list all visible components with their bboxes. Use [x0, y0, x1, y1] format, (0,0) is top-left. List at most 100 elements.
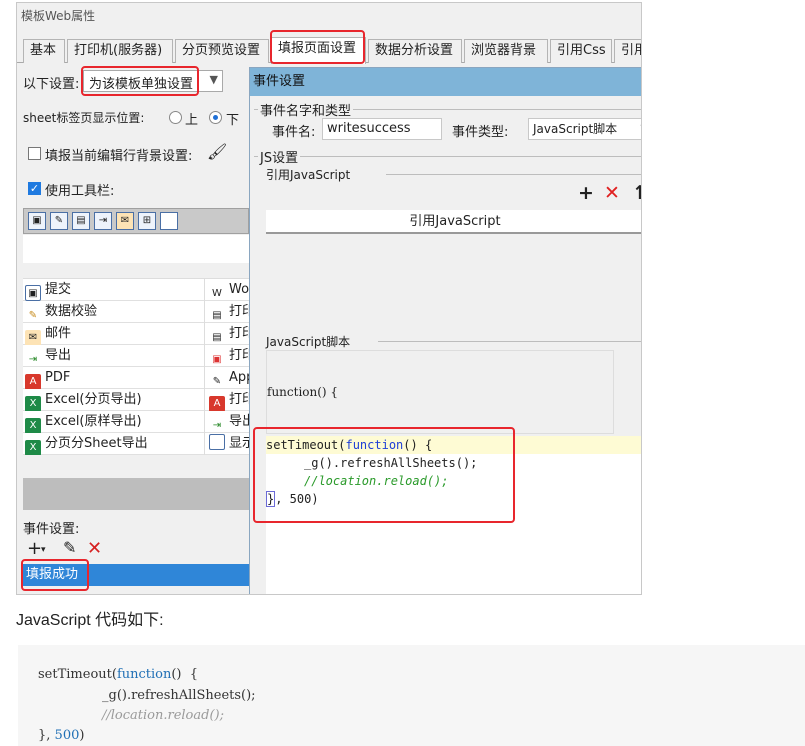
function-header: function() {: [267, 385, 339, 399]
code-block-line-4: }, 500): [38, 728, 84, 743]
code-token: },: [38, 728, 51, 743]
save-icon: ▣: [25, 285, 41, 301]
left-settings-pane: 以下设置: 为该模板单独设置 ▼ sheet标签页显示位置: 上 下 填报当前编…: [17, 64, 249, 594]
code-token: () {: [171, 667, 199, 682]
tab-reference[interactable]: 引用: [614, 39, 641, 63]
applet-icon: ✎: [212, 376, 222, 387]
radio-top[interactable]: [169, 111, 182, 124]
button-label: 打印: [229, 304, 249, 319]
edit-icon[interactable]: ✎: [63, 538, 76, 557]
script-header-area: function() {: [266, 350, 614, 434]
tab-browser-background[interactable]: 浏览器背景: [464, 39, 548, 63]
delete-icon[interactable]: ✕: [604, 182, 620, 204]
list-item[interactable]: ▣ 提交 W Wo: [23, 279, 249, 301]
button-label: Excel(分页导出): [45, 392, 142, 407]
ref-js-label: 引用JavaScript: [266, 168, 351, 182]
export-icon[interactable]: ⇥: [94, 212, 112, 230]
settings-label: 以下设置:: [23, 77, 80, 92]
event-type-label: 事件类型:: [452, 125, 509, 140]
print-icon[interactable]: ▤: [72, 212, 90, 230]
code-number: 500: [54, 728, 80, 743]
ref-js-column-header: 引用JavaScript: [266, 210, 641, 234]
list-item[interactable]: A PDF ✎ App: [23, 367, 249, 389]
tab-data-analysis[interactable]: 数据分析设置: [368, 39, 462, 63]
code-keyword: function: [116, 667, 172, 682]
event-settings-label: 事件设置:: [23, 522, 80, 537]
excel-icon: X: [25, 396, 41, 411]
list-item[interactable]: ⇥ 导出 ▣ 打印: [23, 345, 249, 367]
row-bg-label: 填报当前编辑行背景设置:: [45, 149, 193, 164]
tab-page-preview[interactable]: 分页预览设置: [175, 39, 269, 63]
tab-printer-server[interactable]: 打印机(服务器): [67, 39, 173, 63]
list-item[interactable]: X Excel(分页导出) A 打印: [23, 389, 249, 411]
highlight-code: [253, 427, 515, 523]
code-block-line-2: _g().refreshAllSheets();: [102, 688, 256, 703]
paint-bucket-icon[interactable]: 🖌: [207, 142, 227, 161]
code-block: setTimeout(function() { _g().refreshAllS…: [18, 645, 805, 746]
name-type-group-caption: 事件名字和类型: [258, 100, 354, 119]
use-toolbar-checkbox[interactable]: ✓: [28, 182, 41, 195]
group-divider: [254, 156, 641, 157]
template-web-properties-dialog: 模板Web属性 基本 打印机(服务器) 分页预览设置 填报页面设置 数据分析设置…: [16, 2, 642, 595]
use-toolbar-label: 使用工具栏:: [45, 184, 115, 199]
print-pdf-icon: A: [209, 396, 225, 411]
delete-icon[interactable]: ✕: [87, 538, 102, 559]
list-item[interactable]: X Excel(原样导出) ⇥ 导出: [23, 411, 249, 433]
blank-icon[interactable]: [160, 212, 178, 230]
sheet-position-label: sheet标签页显示位置:: [23, 111, 145, 125]
button-label: 数据校验: [45, 304, 98, 319]
group-divider: [378, 341, 641, 342]
list-item[interactable]: ✎ 数据校验 ▤ 打印: [23, 301, 249, 323]
validate-icon[interactable]: ✎: [50, 212, 68, 230]
print-icon: ▤: [212, 332, 222, 343]
display-icon: [209, 434, 225, 450]
radio-bottom-label: 下: [226, 113, 240, 128]
sheet-export-icon: X: [25, 440, 41, 455]
list-item[interactable]: ✉ 邮件 ▤ 打印: [23, 323, 249, 345]
print-pdf-icon: ▣: [212, 354, 222, 365]
highlight-event-item: [21, 559, 89, 591]
mail-icon[interactable]: ✉: [116, 212, 134, 230]
event-name-field[interactable]: writesuccess: [322, 118, 442, 140]
button-label: 导出: [45, 348, 72, 363]
button-label: Excel(原样导出): [45, 414, 142, 429]
button-label: 邮件: [45, 326, 72, 341]
arrow-up-icon[interactable]: ↑: [632, 182, 641, 204]
highlight-active-tab: [270, 30, 365, 64]
button-label: 打印: [229, 392, 249, 407]
excel-icon: X: [25, 418, 41, 433]
tab-reference-css[interactable]: 引用Css: [550, 39, 612, 63]
button-label: 显示: [229, 436, 249, 451]
sheet-icon[interactable]: ⊞: [138, 212, 156, 230]
button-label: 分页分Sheet导出: [45, 436, 148, 451]
code-token: setTimeout(: [38, 667, 117, 682]
add-icon[interactable]: +: [27, 538, 42, 559]
event-type-value: JavaScript脚本: [533, 122, 618, 136]
event-dialog-title: 事件设置: [250, 68, 641, 96]
button-label: 导出: [229, 414, 249, 429]
print-icon: ▤: [212, 310, 222, 321]
chevron-down-icon: ▼: [641, 119, 642, 139]
export-icon: ⇥: [212, 420, 222, 431]
event-type-select[interactable]: JavaScript脚本 ▼: [528, 118, 642, 140]
tab-basic[interactable]: 基本: [23, 39, 65, 63]
export-icon: ⇥: [28, 354, 38, 365]
add-icon[interactable]: +: [578, 182, 594, 204]
js-settings-group-caption: JS设置: [258, 147, 301, 166]
code-block-line-3: //location.reload();: [102, 708, 224, 723]
code-block-line-1: setTimeout(function() {: [38, 667, 198, 682]
validate-icon: ✎: [28, 310, 38, 321]
script-label: JavaScript脚本: [266, 335, 351, 349]
button-label: Wo: [229, 282, 249, 297]
toolbar-preview: ▣ ✎ ▤ ⇥ ✉ ⊞: [23, 208, 249, 234]
save-icon[interactable]: ▣: [28, 212, 46, 230]
doc-heading: JavaScript 代码如下:: [16, 612, 164, 629]
row-bg-checkbox[interactable]: [28, 147, 41, 160]
code-token: ): [79, 728, 85, 743]
chevron-down-icon[interactable]: ▾: [41, 545, 46, 555]
event-name-label: 事件名:: [272, 125, 316, 140]
radio-bottom[interactable]: [209, 111, 222, 124]
list-item[interactable]: X 分页分Sheet导出 显示: [23, 433, 249, 455]
button-label: 打印: [229, 348, 249, 363]
radio-top-label: 上: [185, 113, 199, 128]
